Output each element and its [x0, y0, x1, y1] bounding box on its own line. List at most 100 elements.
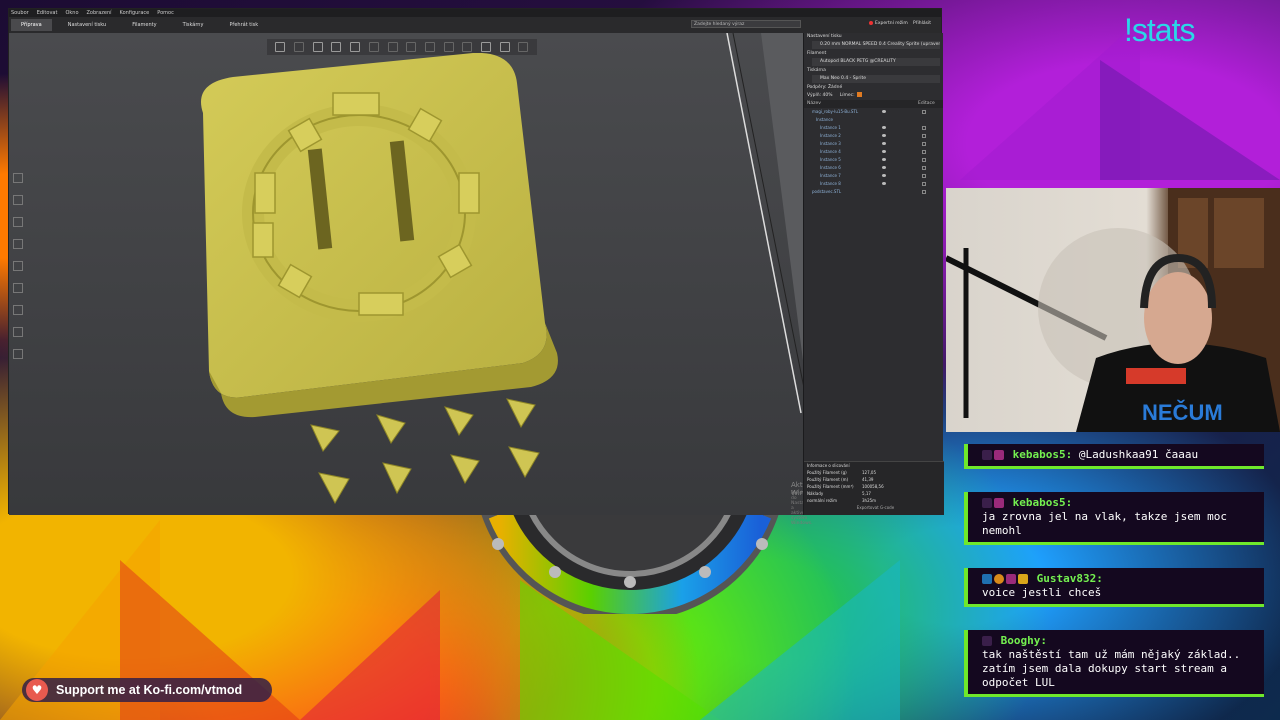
move-icon[interactable]	[13, 173, 23, 183]
measure-icon[interactable]	[13, 349, 23, 359]
delete-all-icon[interactable]	[312, 42, 323, 52]
add-object-icon[interactable]	[275, 42, 286, 52]
menu-configuration[interactable]: Konfigurace	[120, 9, 150, 17]
3d-viewport[interactable]: Aktivovat Windows Přejděte do Nastavení …	[9, 33, 824, 526]
settings-panel: Nastavení tisku 0.20 mm NORMAL SPEED 0.4…	[803, 33, 944, 515]
printer-select[interactable]: Max Neo 0.4 - Sprite	[812, 75, 940, 83]
info-row: Použitý Filament (m) 41,39	[804, 476, 944, 483]
object-row[interactable]: Instance 6	[804, 164, 943, 172]
supports-select[interactable]: Žádné	[828, 85, 842, 90]
menu-view[interactable]: Zobrazení	[87, 9, 112, 17]
remove-instance-icon[interactable]	[424, 42, 435, 52]
scale-icon[interactable]	[13, 195, 23, 205]
paste-icon[interactable]	[387, 42, 398, 52]
split-objects-icon[interactable]	[443, 42, 454, 52]
badge-icon	[982, 574, 992, 584]
object-name: Instance 5	[820, 157, 841, 162]
menu-window[interactable]: Okno	[65, 9, 78, 17]
eye-icon[interactable]	[882, 110, 886, 113]
info-value: 5,17	[862, 491, 871, 496]
tab-prepare[interactable]: Příprava	[11, 19, 52, 31]
seam-paint-icon[interactable]	[13, 305, 23, 315]
object-name: Instance	[816, 117, 834, 122]
edit-icon[interactable]	[922, 126, 926, 130]
eye-icon[interactable]	[882, 126, 886, 129]
object-row[interactable]: Instance 3	[804, 140, 943, 148]
copy-icon[interactable]	[368, 42, 379, 52]
tab-filaments[interactable]: Filamenty	[122, 19, 166, 31]
badge-icon	[982, 498, 992, 508]
edit-icon[interactable]	[922, 174, 926, 178]
object-name: Instance 7	[820, 173, 841, 178]
gizmo-toolbar	[11, 173, 25, 413]
object-row[interactable]: Instance	[804, 116, 943, 124]
object-row[interactable]: Instance 7	[804, 172, 943, 180]
place-on-face-icon[interactable]	[13, 239, 23, 249]
printer-label: Tiskárna	[807, 68, 826, 73]
object-row[interactable]: Instance 1	[804, 124, 943, 132]
tab-print-settings[interactable]: Nastavení tisku	[58, 19, 116, 31]
object-row[interactable]: Instance 8	[804, 180, 943, 188]
layers-icon[interactable]	[481, 42, 492, 52]
supports-label: Podpěry:	[807, 85, 827, 90]
search-input[interactable]: Zadejte hledaný výraz	[691, 20, 801, 28]
mmu-paint-icon[interactable]	[13, 327, 23, 337]
arrange-icon[interactable]	[331, 42, 342, 52]
rotate-icon[interactable]	[13, 217, 23, 227]
edit-icon[interactable]	[922, 166, 926, 170]
eye-icon[interactable]	[882, 182, 886, 185]
edit-icon[interactable]	[922, 142, 926, 146]
menu-edit[interactable]: Editovat	[37, 9, 58, 17]
eye-icon[interactable]	[882, 150, 886, 153]
filament-select[interactable]: Autopod BLACK PETG @CREALITY	[812, 58, 940, 66]
slicer-window: Soubor Editovat Okno Zobrazení Konfigura…	[8, 8, 944, 526]
info-label: Použitý Filament (g)	[807, 470, 847, 475]
expert-mode-icon	[869, 20, 873, 25]
expert-mode-toggle[interactable]: Expertní režim	[869, 20, 908, 28]
badge-icon	[982, 450, 992, 460]
edit-icon[interactable]	[922, 190, 926, 194]
login-button[interactable]: Přihlásit	[913, 20, 931, 28]
stats-command-text: !stats	[1124, 12, 1195, 48]
object-row[interactable]: Instance 2	[804, 132, 943, 140]
object-row[interactable]: Instance 4	[804, 148, 943, 156]
export-gcode-button[interactable]: Exportovat G-code	[804, 504, 944, 511]
info-label: Použitý Filament (mm³)	[807, 484, 854, 489]
slice-info: Informace o slicování Použitý Filament (…	[804, 461, 944, 515]
brim-checkbox[interactable]	[856, 92, 862, 97]
menu-file[interactable]: Soubor	[11, 9, 29, 17]
arrange-selection-icon[interactable]	[350, 42, 361, 52]
add-instance-icon[interactable]	[406, 42, 417, 52]
eye-icon[interactable]	[882, 158, 886, 161]
cut-icon[interactable]	[13, 261, 23, 271]
chat-text: ja zrovna jel na vlak, takze jsem moc ne…	[982, 510, 1228, 537]
print-settings-select[interactable]: 0.20 mm NORMAL SPEED 0.4 Creality Sprite…	[812, 41, 940, 49]
menu-help[interactable]: Pomoc	[157, 9, 174, 17]
eye-icon[interactable]	[882, 166, 886, 169]
object-name: Instance 6	[820, 165, 841, 170]
tab-preview[interactable]: Přehrát tisk	[219, 19, 268, 31]
edit-icon[interactable]	[922, 134, 926, 138]
edit-icon[interactable]	[922, 158, 926, 162]
edit-icon[interactable]	[922, 150, 926, 154]
support-paint-icon[interactable]	[13, 283, 23, 293]
kofi-text: Support me at Ko-fi.com/vtmod	[56, 683, 243, 697]
brim-label: Límec:	[839, 93, 855, 98]
print-settings-label: Nastavení tisku	[807, 34, 842, 39]
object-row[interactable]: magi_roby-lu15-Bu.STL	[804, 108, 943, 116]
edit-icon[interactable]	[922, 110, 926, 114]
eye-icon[interactable]	[882, 174, 886, 177]
edit-icon[interactable]	[922, 182, 926, 186]
object-row[interactable]: Instance 5	[804, 156, 943, 164]
tab-printers[interactable]: Tiskárny	[173, 19, 214, 31]
delete-icon[interactable]	[294, 42, 305, 52]
kofi-banner[interactable]: ♥ Support me at Ko-fi.com/vtmod	[22, 678, 272, 702]
redo-icon[interactable]	[518, 42, 529, 52]
info-row: Použitý Filament (g) 127,05	[804, 469, 944, 476]
eye-icon[interactable]	[882, 134, 886, 137]
infill-select[interactable]: 40%	[823, 93, 833, 98]
undo-icon[interactable]	[499, 42, 510, 52]
object-row[interactable]: podstavec.STL	[804, 188, 943, 196]
split-parts-icon[interactable]	[462, 42, 473, 52]
eye-icon[interactable]	[882, 142, 886, 145]
